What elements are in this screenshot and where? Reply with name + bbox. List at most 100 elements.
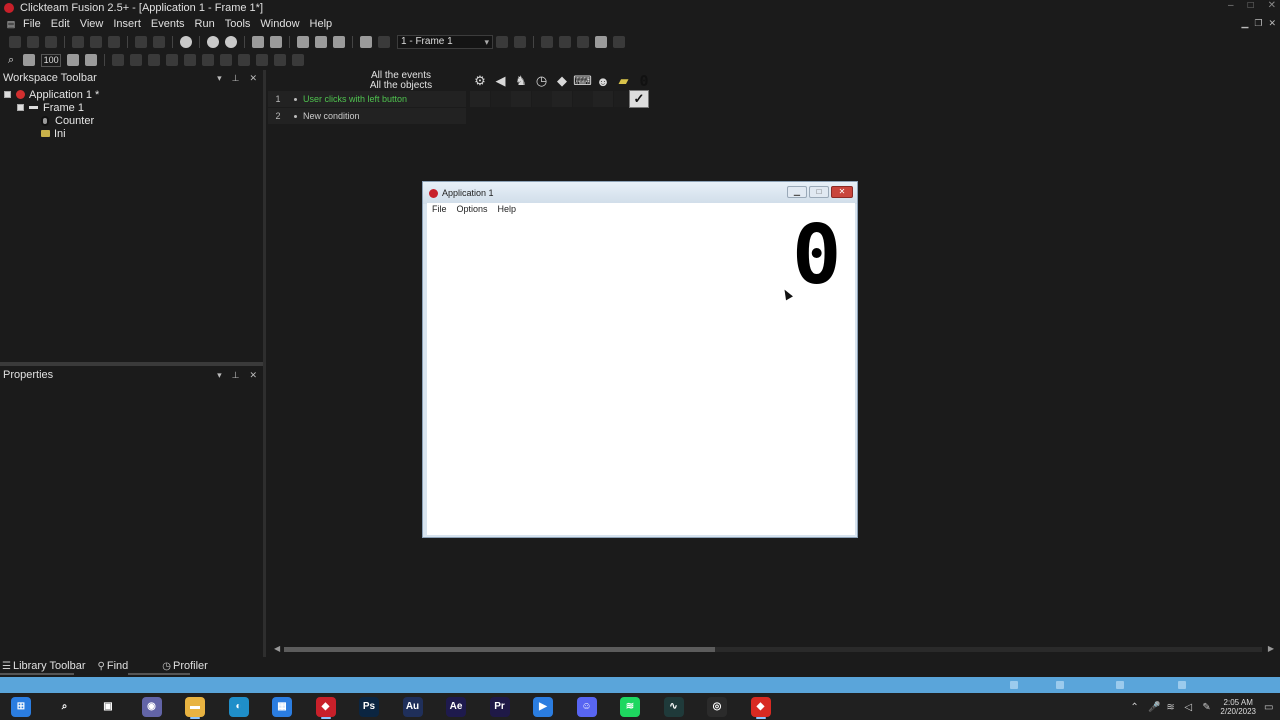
menu-view[interactable]: View bbox=[75, 18, 109, 30]
menu-edit[interactable]: Edit bbox=[46, 18, 75, 30]
app-maximize-button[interactable]: □ bbox=[809, 186, 829, 198]
taskbar-audio-app-button[interactable]: ∿ bbox=[658, 693, 690, 720]
taskbar-clickteam-button[interactable]: ◆ bbox=[310, 693, 342, 720]
taskbar-obs-button[interactable]: ◎ bbox=[701, 693, 733, 720]
frame-editor-icon[interactable] bbox=[270, 36, 282, 48]
checkmark-icon[interactable]: ✓ bbox=[629, 90, 649, 108]
run-application-icon[interactable] bbox=[207, 36, 219, 48]
action-cell[interactable] bbox=[531, 91, 552, 107]
app-client-area[interactable]: 0 bbox=[427, 215, 855, 535]
menu-events[interactable]: Events bbox=[146, 18, 190, 30]
doc-restore-icon[interactable]: ❐ bbox=[1254, 18, 1262, 29]
panel-close-icon[interactable]: ✕ bbox=[249, 73, 257, 84]
frame-select-dropdown[interactable]: 1 - Frame 1 bbox=[397, 35, 493, 49]
taskbar-file-explorer-button[interactable]: ▬ bbox=[179, 693, 211, 720]
wifi-icon[interactable]: ≋ bbox=[1166, 702, 1176, 713]
undo-icon[interactable] bbox=[135, 36, 147, 48]
app-menu-help[interactable]: Help bbox=[498, 204, 517, 214]
taskbar-premiere-button[interactable]: Pr bbox=[484, 693, 516, 720]
action-cell[interactable] bbox=[511, 91, 531, 107]
panel-pin-icon[interactable]: ⊥ bbox=[232, 73, 240, 84]
app-window-titlebar[interactable]: Application 1 ▁ □ ✕ bbox=[423, 182, 857, 204]
data-elements-icon[interactable] bbox=[333, 36, 345, 48]
tab-profiler[interactable]: ◷ Profiler bbox=[160, 660, 208, 672]
layer-icon[interactable] bbox=[184, 54, 197, 66]
taskbar-teams-button[interactable]: ◉ bbox=[136, 693, 168, 720]
panel-dropdown-icon[interactable]: ▾ bbox=[217, 370, 222, 381]
collapse-icon[interactable] bbox=[4, 91, 11, 98]
close-button[interactable]: ✕ bbox=[1268, 0, 1276, 11]
taskbar-search-button[interactable]: ⌕ bbox=[49, 693, 81, 720]
volume-icon[interactable]: ◁ bbox=[1184, 702, 1194, 713]
tree-item-application[interactable]: Application 1 * bbox=[4, 88, 99, 101]
menu-run[interactable]: Run bbox=[190, 18, 220, 30]
previous-frame-icon[interactable] bbox=[496, 36, 508, 48]
scroll-left-icon[interactable]: ◀ bbox=[274, 644, 280, 653]
action-cell[interactable] bbox=[490, 91, 511, 107]
menu-window[interactable]: Window bbox=[255, 18, 304, 30]
menu-tools[interactable]: Tools bbox=[220, 18, 256, 30]
action-cell[interactable] bbox=[470, 91, 490, 107]
player-icon[interactable]: ☻ bbox=[595, 73, 611, 89]
new-icon[interactable] bbox=[9, 36, 21, 48]
rotate-icon[interactable] bbox=[148, 54, 161, 66]
arrange-icon[interactable] bbox=[202, 54, 215, 66]
panel-dropdown-icon[interactable]: ▾ bbox=[217, 73, 222, 84]
open-icon[interactable] bbox=[27, 36, 39, 48]
next-frame-icon[interactable] bbox=[514, 36, 526, 48]
taskbar-clickteam-runtime-button[interactable]: ◆ bbox=[745, 693, 777, 720]
paste-icon[interactable] bbox=[108, 36, 120, 48]
app-menu-file[interactable]: File bbox=[432, 204, 447, 214]
keyboard-mouse-icon[interactable]: ⌨ bbox=[573, 73, 592, 89]
tree-item-frame[interactable]: Frame 1 bbox=[17, 101, 84, 114]
scale-icon[interactable] bbox=[130, 54, 143, 66]
scrollbar-thumb[interactable] bbox=[284, 647, 715, 652]
app-close-button[interactable]: ✕ bbox=[831, 186, 853, 198]
menu-help[interactable]: Help bbox=[305, 18, 338, 30]
notification-icon[interactable]: ▭ bbox=[1264, 702, 1274, 713]
minimize-button[interactable]: – bbox=[1228, 0, 1234, 11]
zoom-level[interactable]: 100 bbox=[41, 53, 62, 67]
zoom-slider-icon[interactable] bbox=[23, 54, 36, 66]
action-cell[interactable] bbox=[593, 91, 613, 107]
tree-item-ini[interactable]: Ini bbox=[41, 127, 66, 140]
pen-icon[interactable]: ✎ bbox=[1202, 702, 1212, 713]
chevron-up-icon[interactable]: ⌃ bbox=[1130, 702, 1140, 713]
event-row[interactable]: 1 User clicks with left button bbox=[268, 91, 466, 107]
scroll-right-icon[interactable]: ▶ bbox=[1268, 644, 1274, 653]
maximize-button[interactable]: □ bbox=[1248, 0, 1254, 11]
transform-icon[interactable] bbox=[112, 54, 125, 66]
panel-pin-icon[interactable]: ⊥ bbox=[232, 370, 240, 381]
taskbar-power-automate-button[interactable]: ▶ bbox=[527, 693, 559, 720]
menu-file[interactable]: File bbox=[18, 18, 46, 30]
run-frame-icon[interactable] bbox=[225, 36, 237, 48]
snap-icon[interactable] bbox=[220, 54, 233, 66]
redo-icon[interactable] bbox=[153, 36, 165, 48]
event-condition[interactable]: User clicks with left button bbox=[303, 94, 407, 104]
event-list-editor-icon[interactable] bbox=[315, 36, 327, 48]
collapse-icon[interactable] bbox=[17, 104, 24, 111]
taskbar-task-view-button[interactable]: ▣ bbox=[92, 693, 124, 720]
special-conditions-icon[interactable]: ⚙ bbox=[472, 73, 488, 89]
taskbar-spotify-button[interactable]: ≋ bbox=[614, 693, 646, 720]
timer-icon[interactable]: ◷ bbox=[534, 73, 550, 89]
ini-icon[interactable]: ▰ bbox=[616, 73, 632, 89]
action-cell[interactable] bbox=[572, 91, 593, 107]
taskbar-clock[interactable]: 2:05 AM 2/20/2023 bbox=[1220, 698, 1256, 716]
copy-icon[interactable] bbox=[90, 36, 102, 48]
taskbar-store-button[interactable]: ▦ bbox=[266, 693, 298, 720]
doc-close-icon[interactable]: ✕ bbox=[1268, 18, 1276, 29]
storyboard-icon[interactable]: ♞ bbox=[513, 73, 529, 89]
create-object-icon[interactable]: ◆ bbox=[554, 73, 570, 89]
new-condition[interactable]: New condition bbox=[303, 111, 360, 121]
panel-close-icon[interactable]: ✕ bbox=[249, 370, 257, 381]
tab-library-toolbar[interactable]: ☰ Library Toolbar bbox=[0, 660, 86, 672]
distribute-icon[interactable] bbox=[559, 36, 571, 48]
tree-item-counter[interactable]: Counter bbox=[41, 114, 94, 127]
chart-editor-icon[interactable] bbox=[360, 36, 372, 48]
app-minimize-button[interactable]: ▁ bbox=[787, 186, 807, 198]
properties-icon[interactable] bbox=[274, 54, 287, 66]
tools-icon[interactable] bbox=[292, 54, 305, 66]
storyboard-editor-icon[interactable] bbox=[252, 36, 264, 48]
menu-insert[interactable]: Insert bbox=[108, 18, 146, 30]
